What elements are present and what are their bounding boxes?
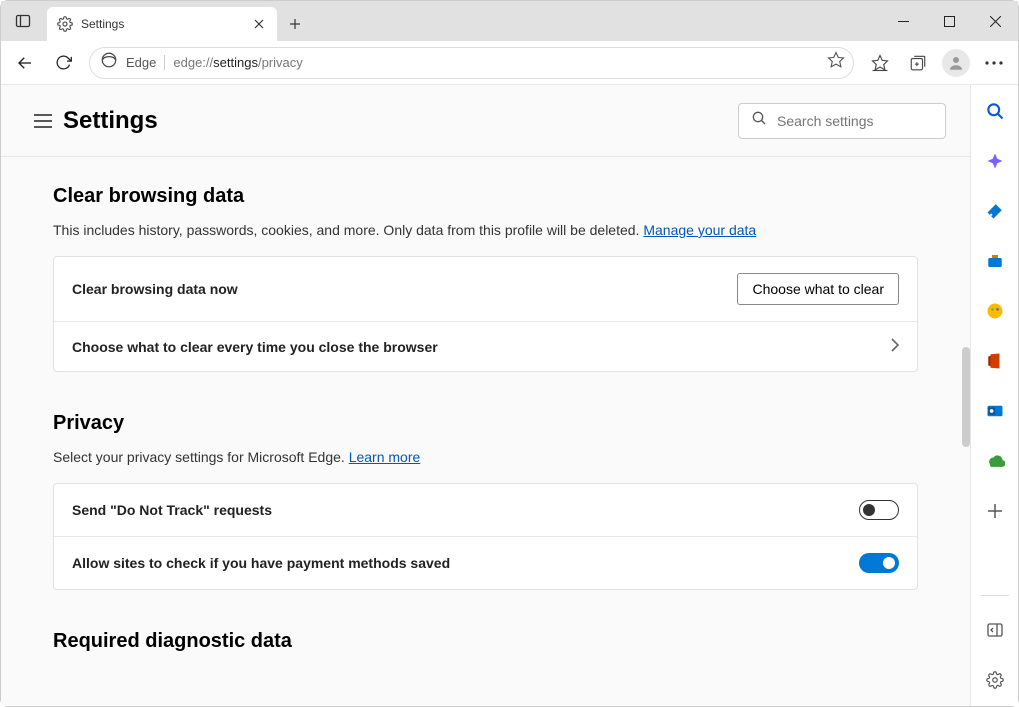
choose-what-to-clear-button[interactable]: Choose what to clear <box>737 273 899 305</box>
browser-sidebar <box>970 85 1018 706</box>
favorite-add-icon[interactable] <box>827 51 845 74</box>
search-icon[interactable] <box>979 95 1011 127</box>
office-icon[interactable] <box>979 345 1011 377</box>
window-controls <box>880 1 1018 41</box>
address-bar[interactable]: Edge edge://settings/privacy <box>89 47 854 79</box>
do-not-track-row: Send "Do Not Track" requests <box>54 484 917 536</box>
close-window-button[interactable] <box>972 5 1018 37</box>
add-icon[interactable] <box>979 495 1011 527</box>
section-description: Select your privacy settings for Microso… <box>53 449 918 465</box>
games-icon[interactable] <box>979 295 1011 327</box>
row-label: Choose what to clear every time you clos… <box>72 339 438 355</box>
search-icon <box>751 110 767 131</box>
discover-icon[interactable] <box>979 145 1011 177</box>
tab-title: Settings <box>81 17 243 31</box>
address-identity: Edge <box>126 55 165 70</box>
settings-page: Settings Clear browsing data This includ… <box>1 85 970 706</box>
back-button[interactable] <box>7 47 43 79</box>
more-menu-button[interactable] <box>976 47 1012 79</box>
settings-icon[interactable] <box>979 664 1011 696</box>
section-privacy: Privacy Select your privacy settings for… <box>53 412 918 590</box>
learn-more-link[interactable]: Learn more <box>349 449 421 465</box>
clear-now-row: Clear browsing data now Choose what to c… <box>54 257 917 321</box>
maximize-button[interactable] <box>926 5 972 37</box>
section-diagnostic-data: Required diagnostic data <box>53 630 918 653</box>
row-label: Allow sites to check if you have payment… <box>72 555 450 571</box>
payment-methods-toggle[interactable] <box>859 553 899 573</box>
favorites-button[interactable] <box>862 47 898 79</box>
do-not-track-toggle[interactable] <box>859 500 899 520</box>
browser-toolbar: Edge edge://settings/privacy <box>1 41 1018 85</box>
tools-icon[interactable] <box>979 245 1011 277</box>
settings-header: Settings <box>1 85 970 157</box>
avatar-icon <box>942 49 970 77</box>
refresh-button[interactable] <box>45 47 81 79</box>
title-bar: Settings <box>1 1 1018 41</box>
manage-data-link[interactable]: Manage your data <box>643 222 756 238</box>
chevron-right-icon <box>891 338 899 355</box>
section-clear-browsing-data: Clear browsing data This includes histor… <box>53 185 918 372</box>
search-input[interactable] <box>777 113 958 129</box>
menu-toggle-button[interactable] <box>25 103 61 139</box>
payment-methods-row: Allow sites to check if you have payment… <box>54 536 917 589</box>
close-tab-button[interactable] <box>251 16 267 32</box>
scrollbar-thumb[interactable] <box>962 347 970 447</box>
edge-icon <box>100 51 118 74</box>
tab-actions-button[interactable] <box>1 1 45 41</box>
section-heading: Required diagnostic data <box>53 630 918 653</box>
new-tab-button[interactable] <box>281 10 309 38</box>
outlook-icon[interactable] <box>979 395 1011 427</box>
section-heading: Clear browsing data <box>53 185 918 208</box>
row-label: Send "Do Not Track" requests <box>72 502 272 518</box>
section-heading: Privacy <box>53 412 918 435</box>
minimize-button[interactable] <box>880 5 926 37</box>
shopping-icon[interactable] <box>979 195 1011 227</box>
row-label: Clear browsing data now <box>72 281 238 297</box>
profile-button[interactable] <box>938 47 974 79</box>
gear-icon <box>57 16 73 32</box>
search-settings[interactable] <box>738 103 946 139</box>
page-title: Settings <box>63 107 158 135</box>
onedrive-icon[interactable] <box>979 445 1011 477</box>
browser-tab[interactable]: Settings <box>47 7 277 41</box>
address-url: edge://settings/privacy <box>173 55 302 70</box>
section-description: This includes history, passwords, cookie… <box>53 222 918 238</box>
hide-sidebar-icon[interactable] <box>979 614 1011 646</box>
clear-on-close-row[interactable]: Choose what to clear every time you clos… <box>54 321 917 371</box>
collections-button[interactable] <box>900 47 936 79</box>
